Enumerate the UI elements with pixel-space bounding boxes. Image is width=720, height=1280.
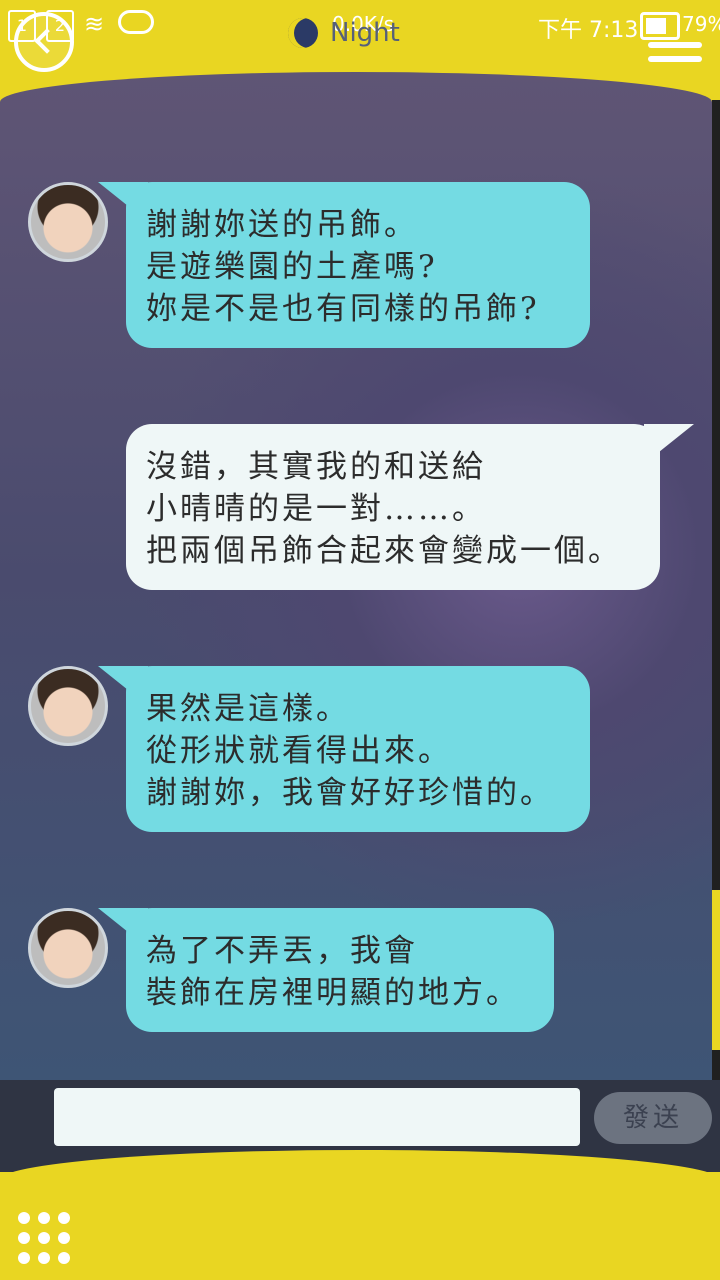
menu-icon bbox=[648, 42, 702, 48]
footer-bar bbox=[0, 1150, 720, 1280]
edge-strip bbox=[712, 100, 720, 890]
grid-menu-button[interactable] bbox=[18, 1212, 70, 1264]
avatar[interactable] bbox=[28, 666, 108, 746]
cloud-icon bbox=[118, 10, 154, 34]
battery-percent: 79% bbox=[682, 12, 720, 36]
menu-button[interactable] bbox=[648, 42, 702, 70]
avatar[interactable] bbox=[28, 908, 108, 988]
send-button[interactable]: 發送 bbox=[594, 1092, 712, 1144]
bubble-tail bbox=[644, 424, 694, 464]
message-bubble-incoming: 果然是這樣。 從形狀就看得出來。 謝謝妳，我會好好珍惜的。 bbox=[126, 666, 590, 832]
battery-icon bbox=[640, 12, 680, 40]
message-line: 果然是這樣。 bbox=[146, 691, 350, 727]
message-line: 把兩個吊飾合起來會變成一個。 bbox=[146, 533, 622, 569]
message-bubble-incoming: 為了不弄丟，我會 裝飾在房裡明顯的地方。 bbox=[126, 908, 554, 1032]
message-bubble-incoming: 謝謝妳送的吊飾。 是遊樂園的土產嗎? 妳是不是也有同樣的吊飾? bbox=[126, 182, 590, 348]
message-line: 是遊樂園的土產嗎? bbox=[146, 249, 438, 285]
clock: 下午 7:13 bbox=[538, 18, 639, 43]
back-button[interactable] bbox=[14, 12, 74, 72]
moon-icon[interactable] bbox=[288, 18, 318, 48]
wifi-icon: ≋ bbox=[84, 10, 105, 38]
grid-icon bbox=[18, 1212, 30, 1224]
message-line: 妳是不是也有同樣的吊飾? bbox=[146, 291, 540, 327]
message-line: 裝飾在房裡明顯的地方。 bbox=[146, 975, 520, 1011]
avatar[interactable] bbox=[28, 182, 108, 262]
message-line: 謝謝妳，我會好好珍惜的。 bbox=[146, 775, 554, 811]
message-line: 從形狀就看得出來。 bbox=[146, 733, 452, 769]
message-line: 為了不弄丟，我會 bbox=[146, 933, 418, 969]
message-line: 沒錯，其實我的和送給 bbox=[146, 449, 486, 485]
edge-strip bbox=[712, 1050, 720, 1080]
night-mode-label: Night bbox=[330, 18, 400, 48]
message-line: 謝謝妳送的吊飾。 bbox=[146, 207, 418, 243]
message-input[interactable] bbox=[54, 1088, 580, 1146]
message-bubble-outgoing: 沒錯，其實我的和送給 小晴晴的是一對……。 把兩個吊飾合起來會變成一個。 bbox=[126, 424, 660, 590]
message-line: 小晴晴的是一對……。 bbox=[146, 491, 486, 527]
